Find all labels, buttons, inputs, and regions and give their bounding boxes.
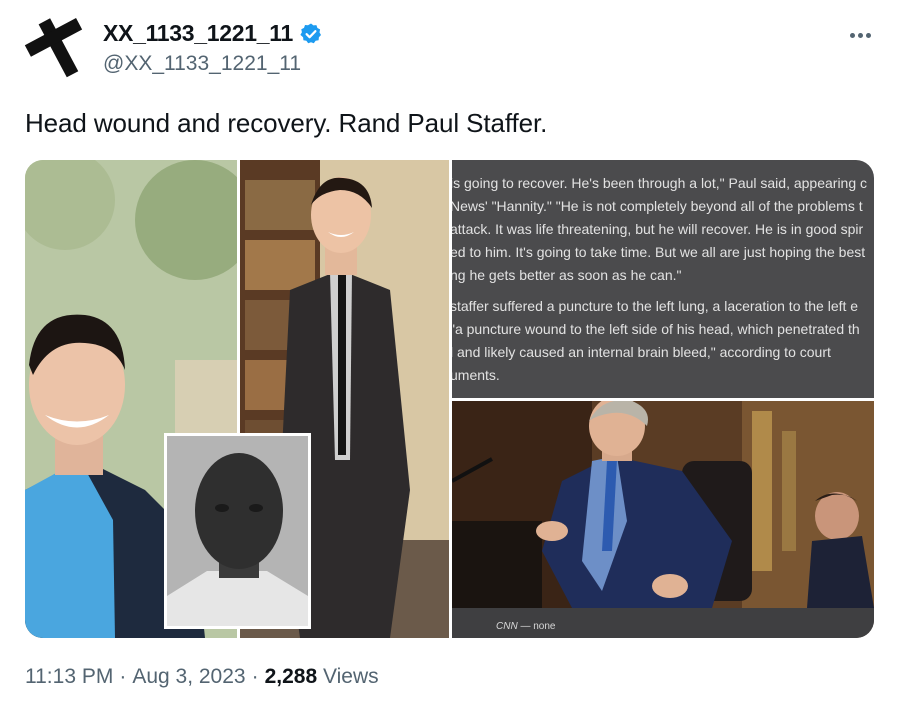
- tweet-meta: 11:13 PM · Aug 3, 2023 · 2,288 Views: [25, 665, 379, 689]
- article-line: ed to him. It's going to take time. But …: [452, 244, 866, 260]
- article-line: News' "Hannity." "He is not completely b…: [452, 198, 863, 214]
- meta-separator: ·: [119, 665, 127, 688]
- article-line: l and likely caused an internal brain bl…: [452, 344, 831, 360]
- photo-seated-man-hearing-room: [452, 401, 874, 608]
- article-text: is going to recover. He's been through a…: [452, 172, 874, 395]
- views-label: Views: [323, 665, 379, 688]
- views-link[interactable]: 2,288 Views: [265, 665, 379, 689]
- author-handle[interactable]: @XX_1133_1221_11: [103, 52, 301, 76]
- more-dots-icon[interactable]: [845, 20, 875, 50]
- author-name-row[interactable]: XX_1133_1221_11: [103, 20, 323, 47]
- black-cross-icon: [24, 18, 83, 78]
- verified-badge-icon: [300, 23, 321, 43]
- article-line: "a puncture wound to the left side of hi…: [452, 321, 860, 337]
- photo-caption-source: CNN: [496, 621, 518, 632]
- media-image-collage[interactable]: [25, 160, 449, 638]
- article-line: staffer suffered a puncture to the left …: [452, 298, 859, 314]
- media-image-article-text[interactable]: is going to recover. He's been through a…: [452, 160, 874, 398]
- photo-mugshot: [164, 433, 311, 629]
- article-line: ng he gets better as soon as he can.": [452, 267, 682, 283]
- meta-separator: ·: [251, 665, 259, 688]
- author-display-name[interactable]: XX_1133_1221_11: [103, 20, 293, 47]
- article-line: uments.: [452, 367, 500, 383]
- media-grid[interactable]: is going to recover. He's been through a…: [25, 160, 874, 638]
- tweet-time[interactable]: 11:13 PM: [25, 665, 113, 689]
- views-count: 2,288: [264, 665, 318, 688]
- article-line: attack. It was life threatening, but he …: [452, 221, 864, 237]
- photo-caption: CNN — none: [452, 608, 874, 638]
- photo-caption-credit: none: [533, 621, 556, 632]
- article-line: is going to recover. He's been through a…: [452, 175, 868, 191]
- avatar[interactable]: [24, 14, 92, 82]
- tweet-text: Head wound and recovery. Rand Paul Staff…: [25, 108, 548, 138]
- photo-caption-dash: —: [520, 621, 531, 632]
- media-image-senator-photo[interactable]: CNN — none: [452, 401, 874, 638]
- tweet-date[interactable]: Aug 3, 2023: [132, 665, 245, 689]
